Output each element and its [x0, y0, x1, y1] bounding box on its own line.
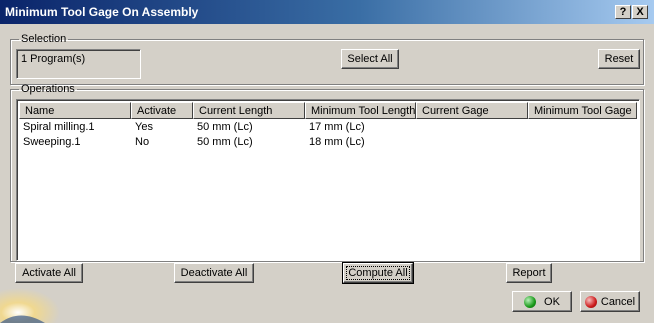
report-button[interactable]: Report	[506, 263, 552, 283]
select-all-button[interactable]: Select All	[341, 49, 399, 69]
operations-table[interactable]: Name Activate Current Length Minimum Too…	[16, 99, 640, 261]
report-label: Report	[512, 267, 546, 279]
column-header-minimum-tool-length[interactable]: Minimum Tool Length	[305, 102, 416, 119]
cell-current-length: 50 mm (Lc)	[197, 136, 253, 148]
column-header-current-length[interactable]: Current Length	[193, 102, 305, 119]
reset-label: Reset	[604, 53, 634, 65]
cell-current-length: 50 mm (Lc)	[197, 121, 253, 133]
cell-activate: Yes	[135, 121, 153, 133]
column-header-current-gage[interactable]: Current Gage	[416, 102, 528, 119]
cell-name: Sweeping.1	[23, 136, 81, 148]
operations-legend: Operations	[21, 83, 75, 95]
cancel-icon	[584, 295, 597, 308]
reset-button[interactable]: Reset	[598, 49, 640, 69]
table-body: Spiral milling.1 Yes 50 mm (Lc) 17 mm (L…	[19, 120, 637, 150]
ok-button[interactable]: OK	[512, 291, 572, 312]
activate-all-button[interactable]: Activate All	[15, 263, 83, 283]
cell-minimum-tool-gage	[528, 120, 637, 135]
deactivate-all-label: Deactivate All	[180, 267, 248, 279]
ok-icon	[524, 295, 537, 308]
close-button[interactable]: X	[632, 5, 648, 19]
cell-minimum-tool-gage	[528, 135, 637, 150]
cell-name: Spiral milling.1	[23, 121, 95, 133]
deactivate-all-button[interactable]: Deactivate All	[174, 263, 254, 283]
cancel-label: Cancel	[600, 295, 636, 308]
table-row[interactable]: Spiral milling.1 Yes 50 mm (Lc) 17 mm (L…	[19, 120, 637, 135]
corner-logo-icon	[0, 288, 60, 323]
column-header-minimum-tool-gage[interactable]: Minimum Tool Gage	[528, 102, 637, 119]
cell-activate: No	[135, 136, 150, 148]
cell-minimum-tool-length: 17 mm (Lc)	[309, 121, 365, 133]
table-header: Name Activate Current Length Minimum Too…	[19, 102, 637, 119]
ok-label: OK	[544, 295, 560, 308]
cell-minimum-tool-length: 18 mm (Lc)	[309, 136, 365, 148]
table-row[interactable]: Sweeping.1 No 50 mm (Lc) 18 mm (Lc)	[19, 135, 637, 150]
activate-all-label: Activate All	[22, 267, 76, 279]
cancel-button[interactable]: Cancel	[580, 291, 640, 312]
help-button[interactable]: ?	[615, 5, 631, 19]
selection-legend: Selection	[21, 33, 67, 45]
window-title: Minimum Tool Gage On Assembly	[5, 5, 199, 19]
cell-current-gage	[416, 135, 528, 150]
column-header-activate[interactable]: Activate	[131, 102, 193, 119]
title-bar: Minimum Tool Gage On Assembly ? X	[0, 0, 654, 24]
cell-current-gage	[416, 120, 528, 135]
selection-readout: 1 Program(s)	[16, 49, 141, 79]
column-header-name[interactable]: Name	[19, 102, 131, 119]
compute-all-label: Compute All	[346, 266, 410, 280]
select-all-label: Select All	[347, 53, 393, 65]
compute-all-button[interactable]: Compute All	[342, 262, 414, 284]
